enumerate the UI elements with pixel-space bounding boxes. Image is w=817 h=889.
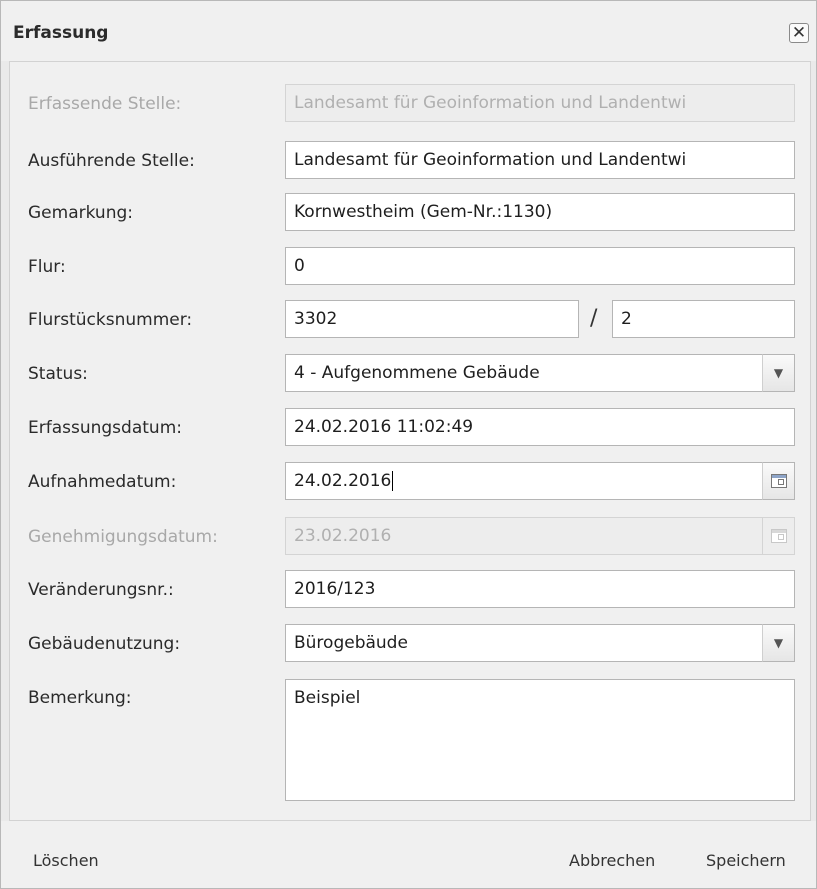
status-dropdown-button[interactable]: ▼ [762, 354, 795, 392]
ausfuehrende-stelle-label: Ausführende Stelle: [28, 151, 195, 171]
close-button[interactable]: ✕ [789, 23, 809, 43]
row-gemarkung: Gemarkung: Kornwestheim (Gem-Nr.:1130) [10, 193, 810, 233]
status-label: Status: [28, 364, 88, 384]
text-cursor [392, 471, 394, 491]
bemerkung-label: Bemerkung: [28, 688, 132, 708]
aufnahmedatum-field[interactable]: 24.02.2016 [285, 462, 763, 500]
veraenderungsnr-field[interactable]: 2016/123 [285, 570, 795, 608]
row-status: Status: 4 - Aufgenommene Gebäude ▼ [10, 354, 810, 394]
row-aufnahmedatum: Aufnahmedatum: 24.02.2016 [10, 462, 810, 502]
row-erfassungsdatum: Erfassungsdatum: 24.02.2016 11:02:49 [10, 408, 810, 448]
form-body: Erfassende Stelle: Landesamt für Geoinfo… [9, 61, 811, 821]
row-ausfuehrende-stelle: Ausführende Stelle: Landesamt für Geoinf… [10, 141, 810, 181]
flurstuecksnummer-sub-field[interactable]: 2 [612, 300, 795, 338]
save-button[interactable]: Speichern [706, 851, 786, 870]
erfassung-dialog: Erfassung ✕ Erfassende Stelle: Landesamt… [0, 0, 817, 889]
cancel-button[interactable]: Abbrechen [569, 851, 655, 870]
gemarkung-label: Gemarkung: [28, 203, 133, 223]
flur-field[interactable]: 0 [285, 247, 795, 285]
row-bemerkung: Bemerkung: Beispiel [10, 679, 810, 803]
ausfuehrende-stelle-field[interactable]: Landesamt für Geoinformation und Landent… [285, 141, 795, 179]
flurstuecksnummer-main-field[interactable]: 3302 [285, 300, 579, 338]
genehmigungsdatum-field: 23.02.2016 [285, 517, 763, 555]
calendar-icon [770, 474, 787, 488]
erfassungsdatum-field[interactable]: 24.02.2016 11:02:49 [285, 408, 795, 446]
gemarkung-field[interactable]: Kornwestheim (Gem-Nr.:1130) [285, 193, 795, 231]
row-flur: Flur: 0 [10, 247, 810, 287]
chevron-down-icon: ▼ [773, 366, 784, 380]
flur-label: Flur: [28, 257, 66, 277]
aufnahmedatum-date-button[interactable] [762, 462, 795, 500]
genehmigungsdatum-label: Genehmigungsdatum: [28, 527, 218, 547]
close-icon: ✕ [791, 23, 807, 43]
row-genehmigungsdatum: Genehmigungsdatum: 23.02.2016 [10, 517, 810, 557]
row-erfassende-stelle: Erfassende Stelle: Landesamt für Geoinfo… [10, 84, 810, 124]
status-select[interactable]: 4 - Aufgenommene Gebäude [285, 354, 763, 392]
aufnahmedatum-value: 24.02.2016 [294, 471, 392, 491]
gebaeudenutzung-select[interactable]: Bürogebäude [285, 624, 763, 662]
aufnahmedatum-label: Aufnahmedatum: [28, 472, 177, 492]
dialog-titlebar: Erfassung ✕ [1, 1, 816, 61]
dialog-title: Erfassung [13, 23, 109, 43]
gebaeudenutzung-label: Gebäudenutzung: [28, 634, 181, 654]
flurstuecksnummer-separator: / [590, 306, 598, 331]
row-veraenderungsnr: Veränderungsnr.: 2016/123 [10, 570, 810, 610]
veraenderungsnr-label: Veränderungsnr.: [28, 580, 174, 600]
row-flurstuecksnummer: Flurstücksnummer: 3302 / 2 [10, 300, 810, 340]
calendar-icon [770, 529, 787, 543]
erfassungsdatum-label: Erfassungsdatum: [28, 418, 182, 438]
gebaeudenutzung-dropdown-button[interactable]: ▼ [762, 624, 795, 662]
chevron-down-icon: ▼ [773, 636, 784, 650]
row-gebaeudenutzung: Gebäudenutzung: Bürogebäude ▼ [10, 624, 810, 664]
bemerkung-textarea[interactable]: Beispiel [285, 679, 795, 801]
delete-button[interactable]: Löschen [33, 851, 99, 870]
genehmigungsdatum-date-button [762, 517, 795, 555]
flurstuecksnummer-label: Flurstücksnummer: [28, 310, 193, 330]
erfassende-stelle-field: Landesamt für Geoinformation und Landent… [285, 84, 795, 122]
erfassende-stelle-label: Erfassende Stelle: [28, 94, 182, 114]
dialog-footer: Löschen Abbrechen Speichern [1, 821, 816, 888]
